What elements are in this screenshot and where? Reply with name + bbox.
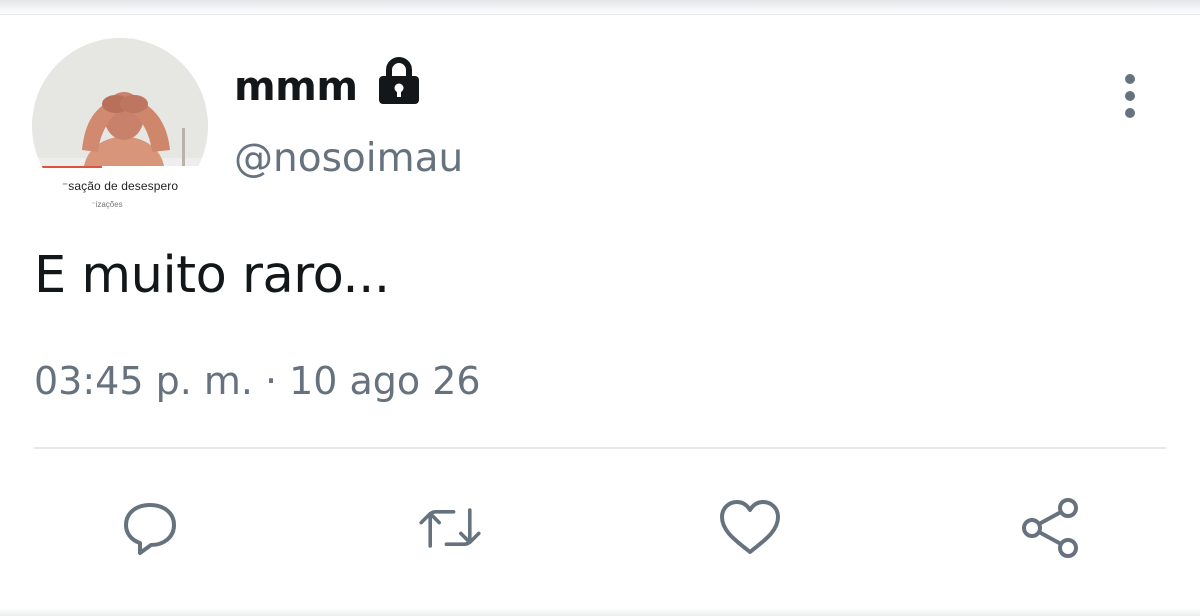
retweet-icon <box>419 508 481 548</box>
vertical-dots-icon <box>1125 74 1135 84</box>
timestamp[interactable]: 03:45 p. m. · 10 ago 26 <box>34 356 481 406</box>
tweet-text: E muito raro... <box>34 246 390 305</box>
reply-button[interactable] <box>114 492 186 564</box>
divider <box>34 447 1166 449</box>
bottom-edge <box>0 608 1200 616</box>
like-button[interactable] <box>714 492 786 564</box>
vertical-dots-icon <box>1125 108 1135 118</box>
share-icon <box>1022 498 1078 558</box>
more-options-button[interactable] <box>1106 68 1154 124</box>
lock-icon <box>379 56 419 104</box>
timestamp-separator: · <box>264 359 278 403</box>
tweet-time: 03:45 p. m. <box>34 359 253 403</box>
display-name[interactable]: mmm <box>234 62 358 112</box>
avatar-subcaption: ⁻izações <box>91 200 123 209</box>
avatar-caption: ⁻sação de desespero <box>61 179 179 193</box>
avatar[interactable]: ⁻sação de desespero ⁻izações <box>32 38 208 214</box>
vertical-dots-icon <box>1125 91 1135 101</box>
top-edge <box>0 0 1200 15</box>
reply-icon <box>124 503 176 555</box>
user-handle[interactable]: @nosoimau <box>234 134 463 184</box>
share-button[interactable] <box>1014 492 1086 564</box>
tweet-date: 10 ago 26 <box>289 359 481 403</box>
retweet-button[interactable] <box>414 492 486 564</box>
heart-icon <box>720 500 780 554</box>
